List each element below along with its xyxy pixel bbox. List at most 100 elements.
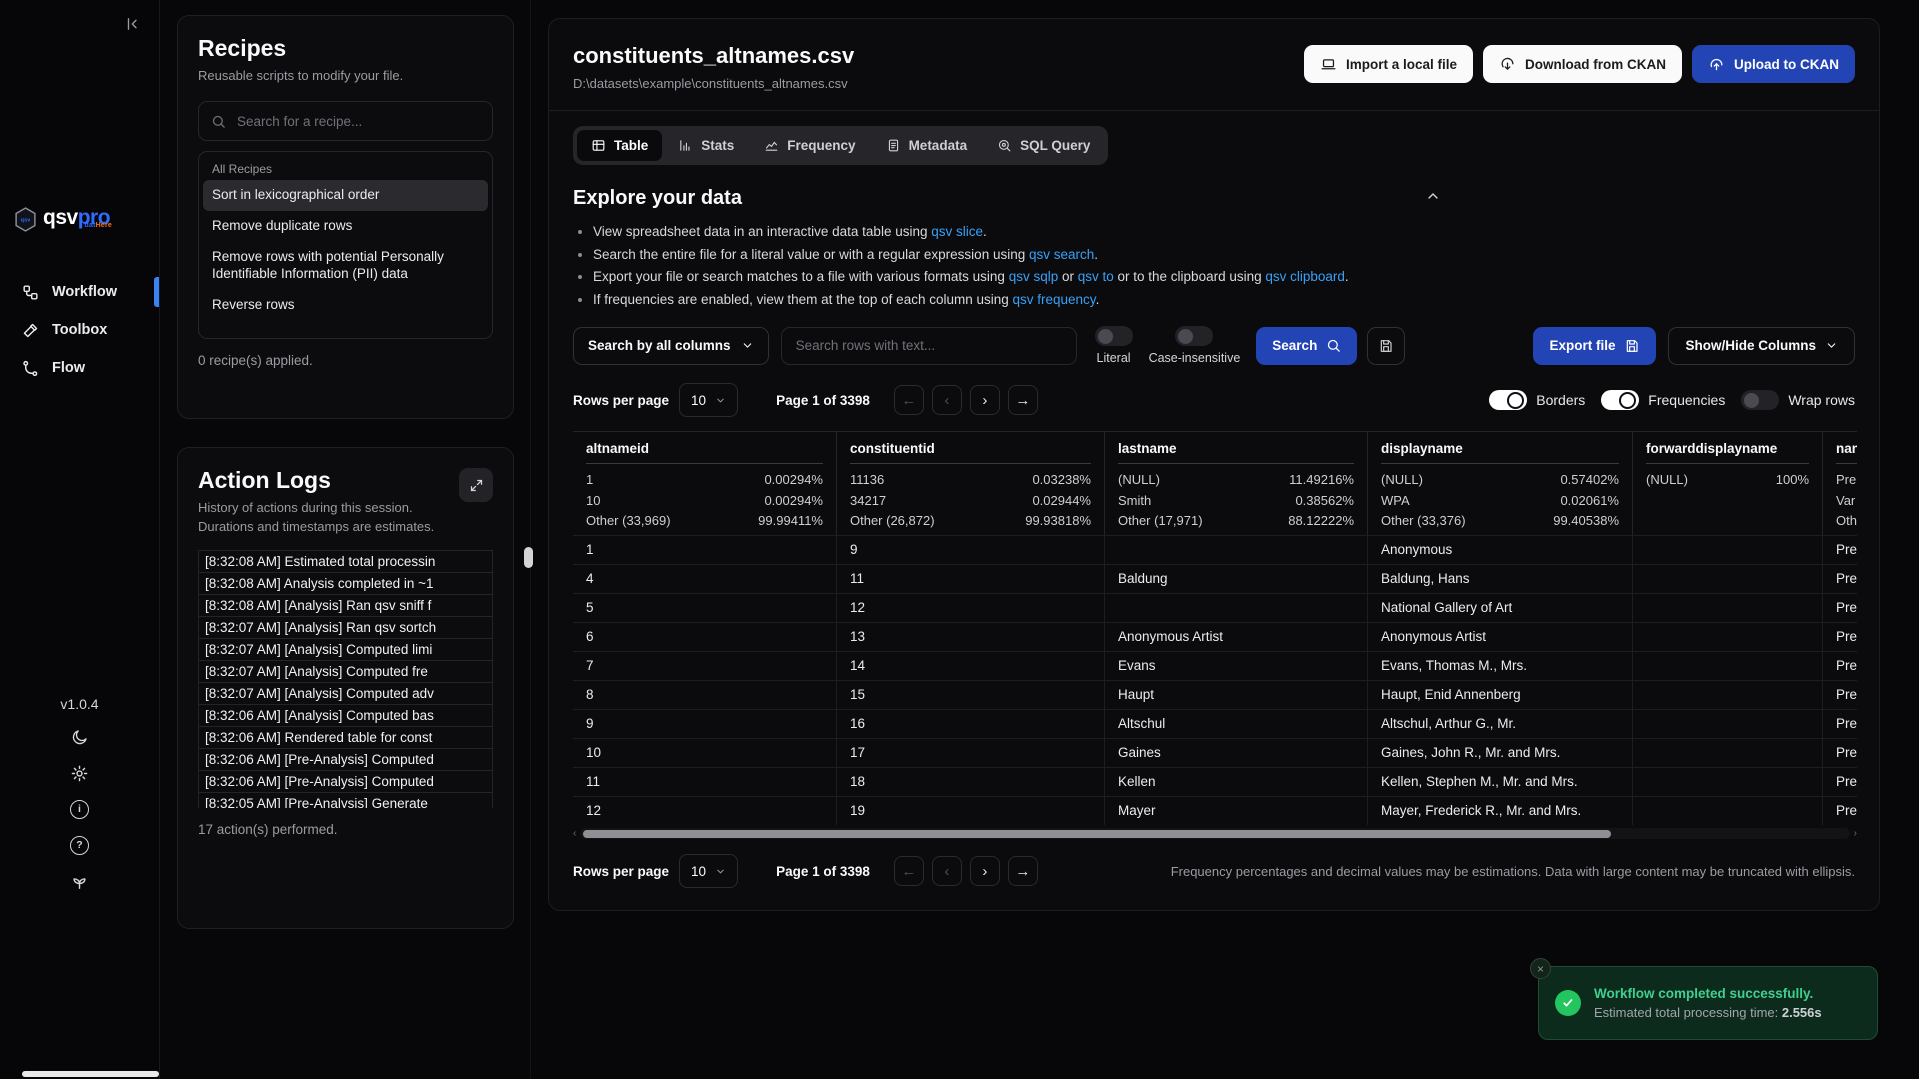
- row-search-box[interactable]: [781, 327, 1077, 365]
- qsv-command-link[interactable]: qsv to: [1078, 269, 1114, 284]
- toggle-switch[interactable]: [1489, 390, 1527, 410]
- table-cell: Pre: [1823, 680, 1857, 709]
- toggle-switch[interactable]: [1741, 390, 1779, 410]
- scroll-right-arrow-icon[interactable]: ›: [1854, 829, 1857, 839]
- rows-per-page-select[interactable]: 10: [679, 383, 738, 417]
- expand-logs-button[interactable]: [459, 468, 493, 502]
- row-search-input[interactable]: [794, 337, 1064, 354]
- recipe-item[interactable]: Reverse rows: [203, 290, 488, 321]
- recipe-item[interactable]: Remove duplicate rows: [203, 211, 488, 242]
- sidebar-item-toolbox[interactable]: Toolbox: [0, 312, 159, 348]
- info-button[interactable]: i: [69, 798, 91, 820]
- search-column-selector[interactable]: Search by all columns: [573, 327, 769, 365]
- frequency-row: Other (17,971)88.12222%: [1118, 511, 1354, 532]
- frequency-row: Oth: [1836, 511, 1857, 532]
- log-entry: [8:32:07 AM] [Analysis] Computed limi: [198, 638, 493, 661]
- view-toggles: BordersFrequenciesWrap rows: [1473, 390, 1855, 410]
- settings-button[interactable]: [69, 762, 91, 784]
- table-cell: [1633, 535, 1823, 564]
- tab-table[interactable]: Table: [577, 130, 662, 161]
- sprout-icon: [70, 872, 89, 891]
- recipes-panel: Recipes Reusable scripts to modify your …: [177, 15, 514, 419]
- column-name: displayname: [1381, 441, 1619, 456]
- panel-resize-handle[interactable]: [524, 547, 533, 568]
- qsv-command-link[interactable]: qsv search: [1029, 247, 1094, 262]
- collapse-explore-button[interactable]: [1419, 187, 1447, 205]
- next-page-button[interactable]: ›: [970, 856, 1000, 886]
- table-cell: Mayer, Frederick R., Mr. and Mrs.: [1368, 796, 1633, 825]
- feedback-button[interactable]: [69, 870, 91, 892]
- qsv-command-link[interactable]: qsv sqlp: [1009, 269, 1059, 284]
- table-cell: 18: [837, 767, 1105, 796]
- table-cell: [1633, 767, 1823, 796]
- first-page-button[interactable]: ←: [894, 856, 924, 886]
- table-cell: Pre: [1823, 564, 1857, 593]
- toggle-switch[interactable]: [1601, 390, 1639, 410]
- sidebar-item-label: Workflow: [52, 284, 117, 300]
- recipes-footer: 0 recipe(s) applied.: [198, 353, 493, 368]
- explore-title: Explore your data: [573, 187, 1855, 210]
- import-local-file-button[interactable]: Import a local file: [1304, 45, 1473, 83]
- download-from-ckan-button[interactable]: Download from CKAN: [1483, 45, 1682, 83]
- first-page-button[interactable]: ←: [894, 385, 924, 415]
- bullet-text: .: [1094, 247, 1098, 262]
- tab-sql-query[interactable]: SQL Query: [983, 130, 1104, 161]
- previous-page-button[interactable]: ‹: [932, 856, 962, 886]
- recipe-search-input[interactable]: [235, 113, 480, 130]
- frequency-row: 111360.03238%: [850, 470, 1091, 491]
- table-cell: 12: [573, 796, 837, 825]
- last-page-button[interactable]: →: [1008, 385, 1038, 415]
- table-cell: [1633, 796, 1823, 825]
- table-cell: [1633, 680, 1823, 709]
- search-icon: [211, 114, 226, 129]
- table-cell: Anonymous Artist: [1368, 622, 1633, 651]
- log-entry: [8:32:06 AM] [Pre-Analysis] Computed: [198, 770, 493, 793]
- scrollbar-track[interactable]: [580, 828, 1849, 839]
- next-page-button[interactable]: ›: [970, 385, 1000, 415]
- gear-icon: [70, 764, 89, 783]
- log-entry: [8:32:08 AM] [Analysis] Ran qsv sniff f: [198, 594, 493, 617]
- frequency-row: 342170.02944%: [850, 491, 1091, 512]
- scroll-left-arrow-icon[interactable]: ‹: [573, 829, 576, 839]
- qsv-command-link[interactable]: qsv frequency: [1013, 292, 1096, 307]
- toast-subtitle: Estimated total processing time: 2.556s: [1594, 1005, 1822, 1020]
- toggle-switch[interactable]: [1175, 326, 1213, 346]
- tab-frequency[interactable]: Frequency: [750, 130, 869, 161]
- upload-to-ckan-button[interactable]: Upload to CKAN: [1692, 45, 1855, 83]
- rows-per-page-select-bottom[interactable]: 10: [679, 854, 738, 888]
- frequency-row: Pre: [1836, 470, 1857, 491]
- table-cell: 7: [573, 651, 837, 680]
- recipe-list: All Recipes Sort in lexicographical orde…: [198, 151, 493, 339]
- sidebar-item-flow[interactable]: Flow: [0, 350, 159, 386]
- qsv-command-link[interactable]: qsv slice: [931, 224, 983, 239]
- previous-page-button[interactable]: ‹: [932, 385, 962, 415]
- search-button[interactable]: Search: [1256, 327, 1357, 365]
- save-search-button[interactable]: [1367, 327, 1405, 365]
- tab-metadata[interactable]: Metadata: [872, 130, 982, 161]
- help-button[interactable]: ?: [69, 834, 91, 856]
- table-cell: Evans: [1105, 651, 1368, 680]
- qsv-hexagon-icon: qsv: [14, 207, 37, 232]
- recipe-item[interactable]: Sort in lexicographical order: [203, 180, 488, 211]
- column-header-forwarddisplayname: forwarddisplayname(NULL)100%: [1633, 432, 1823, 535]
- line-chart-icon: [764, 138, 779, 153]
- page-indicator: Page 1 of 3398: [776, 393, 870, 408]
- bullet-text: .: [1345, 269, 1349, 284]
- recipe-item[interactable]: Remove rows with potential Personally Id…: [203, 242, 488, 290]
- toggle-label: Wrap rows: [1788, 392, 1855, 408]
- explore-bullet: Search the entire file for a literal val…: [593, 246, 1855, 264]
- scrollbar-thumb[interactable]: [583, 830, 1611, 838]
- collapse-sidebar-button[interactable]: [119, 10, 147, 38]
- recipe-search-box[interactable]: [198, 101, 493, 141]
- toast-close-button[interactable]: ×: [1530, 958, 1551, 979]
- view-toggle-wrap-rows: Wrap rows: [1741, 390, 1855, 410]
- tab-stats[interactable]: Stats: [664, 130, 748, 161]
- dark-mode-button[interactable]: [69, 726, 91, 748]
- explore-bullet: Export your file or search matches to a …: [593, 268, 1855, 286]
- export-file-button[interactable]: Export file: [1533, 327, 1656, 365]
- last-page-button[interactable]: →: [1008, 856, 1038, 886]
- sidebar-item-workflow[interactable]: Workflow: [0, 274, 159, 310]
- show-hide-columns-button[interactable]: Show/Hide Columns: [1668, 327, 1855, 365]
- toggle-switch[interactable]: [1095, 326, 1133, 346]
- qsv-command-link[interactable]: qsv clipboard: [1265, 269, 1345, 284]
